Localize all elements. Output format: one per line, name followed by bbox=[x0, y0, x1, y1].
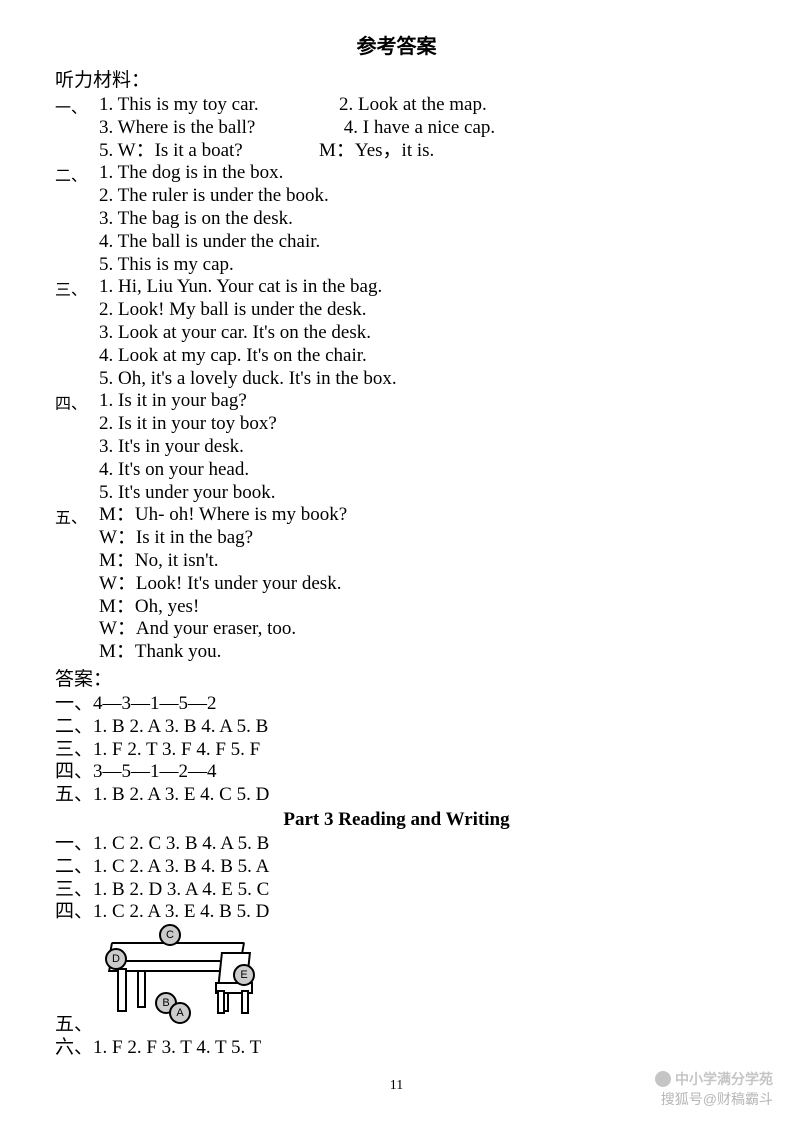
desk-chair-illustration: C D E B A bbox=[99, 924, 269, 1014]
line: 4. It's on your head. bbox=[99, 459, 738, 482]
section-three: 三、 1. Hi, Liu Yun. Your cat is in the ba… bbox=[55, 276, 738, 390]
label-e: E bbox=[233, 964, 255, 986]
answer-row: 四、1. C 2. A 3. E 4. B 5. D bbox=[55, 901, 738, 924]
answer-row: 四、3—5—1—2—4 bbox=[55, 761, 738, 784]
label-a: A bbox=[169, 1002, 191, 1024]
desk-leg-shape bbox=[117, 968, 127, 1012]
line: W：Look! It's under your desk. bbox=[99, 573, 738, 596]
line: W：And your eraser, too. bbox=[99, 618, 738, 641]
watermark: 中小学满分学苑 搜狐号@财稿霸斗 bbox=[655, 1071, 773, 1108]
answer-row: 一、1. C 2. C 3. B 4. A 5. B bbox=[55, 833, 738, 856]
section-one: 一、 1. This is my toy car. 2. Look at the… bbox=[55, 94, 738, 162]
line: 4. The ball is under the chair. bbox=[99, 231, 738, 254]
line: 2. Is it in your toy box? bbox=[99, 413, 738, 436]
section-four: 四、 1. Is it in your bag? 2. Is it in you… bbox=[55, 390, 738, 504]
watermark-line2: 搜狐号@财稿霸斗 bbox=[655, 1091, 773, 1108]
chair-leg-shape bbox=[217, 990, 225, 1014]
line: W：Is it in the bag? bbox=[99, 527, 738, 550]
answer-row: 二、1. B 2. A 3. B 4. A 5. B bbox=[55, 716, 738, 739]
section-five: 五、 M：Uh- oh! Where is my book? W：Is it i… bbox=[55, 504, 738, 664]
line: 5. W：Is it a boat? M：Yes，it is. bbox=[99, 140, 738, 163]
part3-title: Part 3 Reading and Writing bbox=[55, 809, 738, 831]
line: M：Uh- oh! Where is my book? bbox=[99, 504, 738, 527]
line: 2. Look! My ball is under the desk. bbox=[99, 299, 738, 322]
answer-row: 一、4—3—1—5—2 bbox=[55, 693, 738, 716]
chair-leg-shape bbox=[241, 990, 249, 1014]
line: 1. The dog is in the box. bbox=[99, 162, 738, 185]
wechat-icon bbox=[655, 1071, 671, 1087]
answers-header: 答案： bbox=[55, 664, 738, 691]
answer-row: 二、1. C 2. A 3. B 4. B 5. A bbox=[55, 856, 738, 879]
listening-header: 听力材料： bbox=[55, 65, 738, 92]
watermark-line1: 中小学满分学苑 bbox=[675, 1071, 773, 1088]
line: 1. Is it in your bag? bbox=[99, 390, 738, 413]
section-label: 四、 bbox=[55, 390, 99, 504]
line: 1. This is my toy car. 2. Look at the ma… bbox=[99, 94, 738, 117]
answer-row: 三、1. F 2. T 3. F 4. F 5. F bbox=[55, 739, 738, 762]
section-two: 二、 1. The dog is in the box. 2. The rule… bbox=[55, 162, 738, 276]
line: 5. Oh, it's a lovely duck. It's in the b… bbox=[99, 368, 738, 391]
line: 3. Look at your car. It's on the desk. bbox=[99, 322, 738, 345]
section-five-label: 五、 bbox=[55, 1014, 738, 1037]
line: 3. Where is the ball? 4. I have a nice c… bbox=[99, 117, 738, 140]
line: 5. It's under your book. bbox=[99, 482, 738, 505]
line: 3. The bag is on the desk. bbox=[99, 208, 738, 231]
section-label: 三、 bbox=[55, 276, 99, 390]
line: M：Oh, yes! bbox=[99, 596, 738, 619]
section-label: 五、 bbox=[55, 504, 99, 664]
desk-leg-shape bbox=[137, 970, 146, 1008]
page-title: 参考答案 bbox=[55, 30, 738, 59]
line: M：Thank you. bbox=[99, 641, 738, 664]
line: 1. Hi, Liu Yun. Your cat is in the bag. bbox=[99, 276, 738, 299]
answer-row: 三、1. B 2. D 3. A 4. E 5. C bbox=[55, 879, 738, 902]
section-label: 二、 bbox=[55, 162, 99, 276]
section-label: 一、 bbox=[55, 94, 99, 162]
line: 4. Look at my cap. It's on the chair. bbox=[99, 345, 738, 368]
document-page: 参考答案 听力材料： 一、 1. This is my toy car. 2. … bbox=[0, 0, 793, 1122]
line: 5. This is my cap. bbox=[99, 254, 738, 277]
answer-row: 五、1. B 2. A 3. E 4. C 5. D bbox=[55, 784, 738, 807]
line: M：No, it isn't. bbox=[99, 550, 738, 573]
label-c: C bbox=[159, 924, 181, 946]
line: 3. It's in your desk. bbox=[99, 436, 738, 459]
answer-row: 六、1. F 2. F 3. T 4. T 5. T bbox=[55, 1037, 738, 1060]
line: 2. The ruler is under the book. bbox=[99, 185, 738, 208]
label-d: D bbox=[105, 948, 127, 970]
